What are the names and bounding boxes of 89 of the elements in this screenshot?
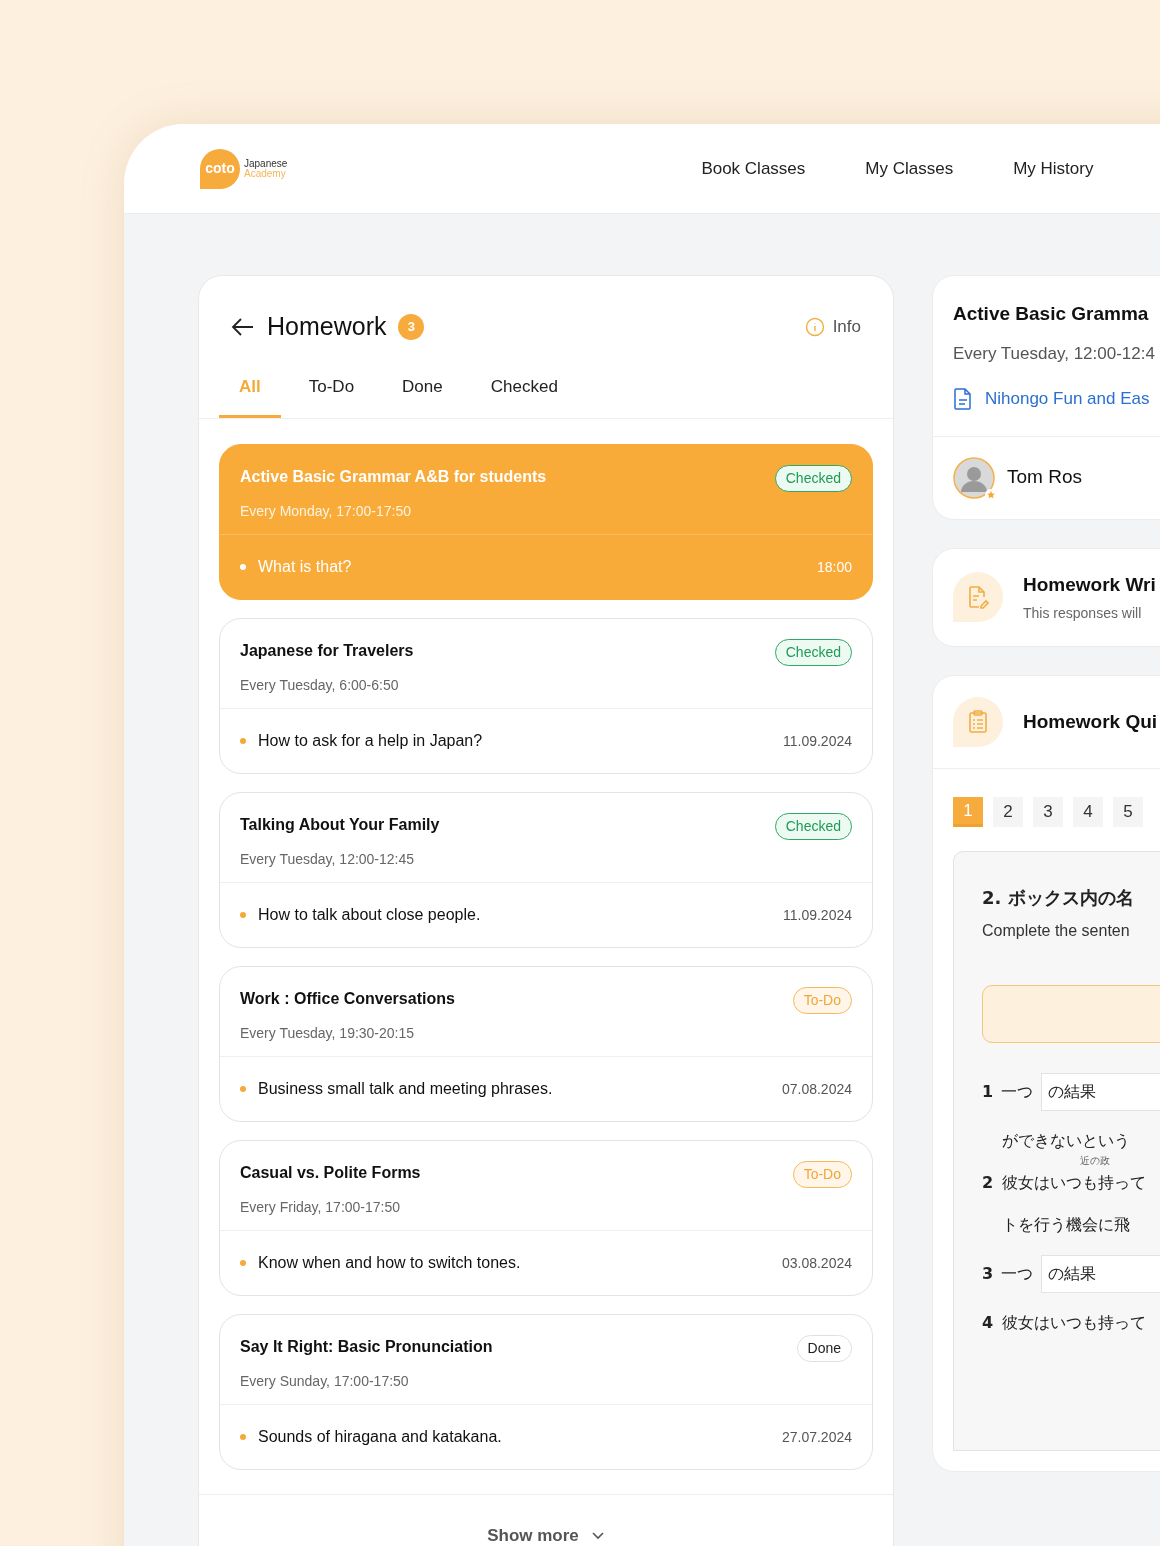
homework-date: 11.09.2024 (782, 731, 852, 751)
item-number: 4 (982, 1312, 994, 1334)
class-title: Active Basic Grammar A&B for students (240, 467, 547, 487)
homework-date: 11.09.2024 (782, 905, 852, 925)
bullet-icon (240, 912, 246, 918)
class-schedule: Every Tuesday, 6:00-6:50 (240, 676, 400, 695)
status-badge: To-Do (792, 987, 852, 1014)
homework-card[interactable]: Say It Right: Basic Pronunciation Every Sunday, 17:00-17:50 Done Sounds of hiragana and katakana. 27.07.2024 (219, 1314, 873, 1470)
filter-tab[interactable]: To-Do (288, 365, 375, 418)
status-badge: Checked (774, 639, 852, 666)
bullet-icon (240, 1434, 246, 1440)
avatar-icon (953, 456, 995, 499)
back-arrow-icon[interactable] (231, 316, 255, 337)
written-homework-card[interactable]: Homework Wri This responses will (932, 547, 1160, 647)
class-title: Casual vs. Polite Forms (240, 1163, 421, 1183)
status-badge: Checked (774, 813, 852, 840)
item-number: 3 (982, 1263, 994, 1285)
homework-topic: How to talk about close people. (258, 905, 481, 925)
homework-topic: Know when and how to switch tones. (258, 1253, 521, 1273)
nav-link[interactable]: My Classes (865, 155, 954, 182)
page-button[interactable]: 3 (1033, 797, 1063, 827)
answer-field[interactable]: の結果 (1041, 1255, 1160, 1293)
page-button[interactable]: 5 (1113, 797, 1143, 827)
ruby-text: 近の政 (1080, 1154, 1110, 1168)
question-instruction: Complete the senten (982, 921, 1131, 941)
answer-field[interactable]: の結果 (1041, 1073, 1160, 1111)
info-button[interactable]: Info (804, 314, 861, 340)
brand-name: Japanese (244, 158, 288, 169)
class-schedule: Every Tuesday, 12:00-12:4 (953, 342, 1156, 365)
item-number: 2 (982, 1172, 994, 1194)
sentence-continuation: ができないという (1001, 1130, 1131, 1152)
question-heading: 2. ボックス内の名 (982, 886, 1135, 910)
class-schedule: Every Friday, 17:00-17:50 (240, 1198, 402, 1217)
nav-link[interactable]: Book Classes (701, 155, 806, 182)
class-title: Active Basic Gramma (953, 302, 1150, 326)
homework-date: 18:00 (816, 557, 852, 577)
class-title: Work : Office Conversations (240, 989, 455, 1009)
edit-document-icon (953, 572, 1003, 623)
page-button[interactable]: 4 (1073, 797, 1103, 827)
class-schedule: Every Tuesday, 19:30-20:15 (240, 1024, 416, 1043)
homework-date: 07.08.2024 (781, 1079, 852, 1099)
homework-topic: Sounds of hiragana and katakana. (258, 1427, 502, 1447)
bullet-icon (240, 1260, 246, 1266)
homework-date: 03.08.2024 (781, 1253, 852, 1273)
show-more-button[interactable]: Show more (487, 1523, 605, 1546)
count-badge: 3 (398, 313, 425, 340)
bullet-icon (240, 738, 246, 744)
homework-topic: Business small talk and meeting phrases. (258, 1079, 553, 1099)
bullet-icon (240, 1086, 246, 1092)
sentence-continuation: トを行う機会に飛 (1001, 1214, 1131, 1236)
filter-tab[interactable]: Done (382, 365, 463, 418)
card-title: Homework Qui (1023, 709, 1158, 734)
homework-card[interactable]: Japanese for Travelers Every Tuesday, 6:00-6:50 Checked How to ask for a help in Japan? 11.09.2024 (219, 618, 873, 774)
material-link[interactable]: Nihongo Fun and Eas (953, 386, 1160, 412)
class-schedule: Every Sunday, 17:00-17:50 (240, 1372, 410, 1391)
homework-topic: How to ask for a help in Japan? (258, 731, 483, 751)
homework-card[interactable]: Casual vs. Polite Forms Every Friday, 17:00-17:50 To-Do Know when and how to switch tones. 03.08.2024 (219, 1140, 873, 1296)
card-subtitle: This responses will (1023, 604, 1143, 623)
chevron-down-icon (590, 1530, 605, 1541)
star-icon (985, 488, 997, 501)
page-button[interactable]: 2 (993, 797, 1023, 827)
item-number: 1 (982, 1081, 994, 1103)
info-icon (804, 316, 825, 337)
nav-link[interactable]: My History (1013, 155, 1094, 182)
homework-topic: What is that? (258, 557, 352, 577)
homework-card[interactable]: Talking About Your Family Every Tuesday, 12:00-12:45 Checked How to talk about close people. 11.09.2024 (219, 792, 873, 948)
panel-title: Homework (267, 311, 387, 342)
class-title: Talking About Your Family (240, 815, 440, 835)
bullet-icon (240, 564, 246, 570)
sentence-start: 一つ (1001, 1081, 1034, 1103)
homework-card[interactable]: Work : Office Conversations Every Tuesday, 19:30-20:15 To-Do Business small talk and meeting phrases. 07.08.2024 (219, 966, 873, 1122)
filter-tab[interactable]: Checked (470, 365, 578, 418)
class-schedule: Every Tuesday, 12:00-12:45 (240, 850, 416, 869)
document-icon (953, 386, 973, 411)
homework-date: 27.07.2024 (781, 1427, 852, 1447)
clipboard-icon (953, 697, 1003, 747)
brand-subtitle: Academy (244, 168, 286, 179)
status-badge: Done (796, 1335, 852, 1362)
class-title: Japanese for Travelers (240, 641, 414, 661)
sentence-text: 彼女はいつも持って (1002, 1173, 1146, 1192)
logo-bubble: coto (200, 148, 240, 189)
sentence-text: 彼女はいつも持って (1002, 1313, 1146, 1332)
status-badge: Checked (774, 465, 852, 492)
class-schedule: Every Monday, 17:00-17:50 (240, 502, 412, 521)
sentence-start: 一つ (1001, 1263, 1034, 1285)
card-title: Homework Wri (1023, 572, 1156, 597)
teacher-name: Tom Ros (1007, 465, 1082, 490)
status-badge: To-Do (792, 1161, 852, 1188)
class-title: Say It Right: Basic Pronunciation (240, 1337, 493, 1357)
